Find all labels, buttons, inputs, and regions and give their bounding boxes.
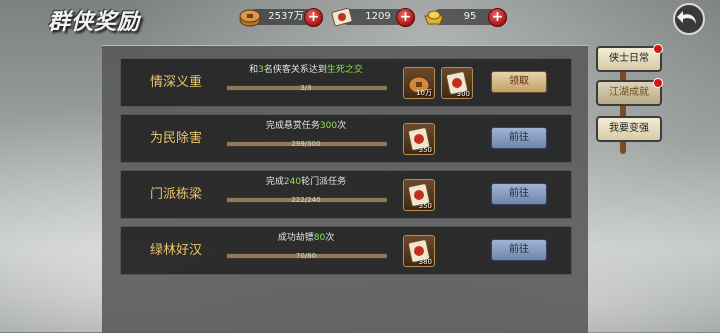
reward-qty: 350 [418,202,432,210]
claim-button[interactable]: 领取 [491,71,547,93]
task-highlight: 300 [319,121,338,131]
task-highlight: 240 [283,177,302,187]
task-text: 次 [337,121,347,131]
task-text: 名侠客关系达到 [263,65,327,75]
achievement-name: 为民除害 [149,131,202,146]
achievement-panel: 情深义重 和3名侠客关系达到生死之交 3/3 10万 300 领取 为民除害 完… [102,45,588,333]
notification-dot [653,78,663,88]
achievement-row-2: 门派栋梁 完成240轮门派任务 222/240 350 前往 [120,170,572,219]
add-gold-button[interactable]: + [488,8,507,27]
tab-get-stronger[interactable]: 我要变强 [596,116,662,142]
task-text: 次 [325,233,335,243]
resource-copper: 2537万 + [238,8,323,27]
achievement-row-3: 绿林好汉 成功劫镖80次 70/80 380 前往 [120,226,572,275]
task-text: 和 [249,65,259,75]
resource-gold: 95 + [422,8,507,27]
achievement-task: 完成悬赏任务300次 [216,119,396,133]
achievement-row-0: 情深义重 和3名侠客关系达到生死之交 3/3 10万 300 领取 [120,58,572,107]
reward-slot[interactable]: 350 [403,123,435,155]
achievement-task: 完成240轮门派任务 [216,175,396,189]
reward-slot[interactable]: 350 [403,179,435,211]
achievement-row-1: 为民除害 完成悬赏任务300次 299/300 350 前往 [120,114,572,163]
achievement-name: 绿林好汉 [149,243,202,258]
task-text: 完成悬赏任务 [265,121,320,131]
add-copper-button[interactable]: + [304,8,323,27]
progress-text: 3/3 [300,84,312,92]
go-button[interactable]: 前往 [491,239,547,261]
task-text: 成功劫镖 [277,233,314,243]
copper-coins-icon [239,9,261,27]
resource-scroll-value: 1209 [365,11,391,22]
reward-slot[interactable]: 300 [441,67,473,99]
task-text: 轮门派任务 [301,177,347,187]
reward-qty: 350 [418,146,432,154]
go-button[interactable]: 前往 [491,183,547,205]
resource-copper-value: 2537万 [268,11,304,22]
resource-scroll: 1209 + [330,7,415,27]
reward-qty: 10万 [416,89,432,97]
progress-text: 299/300 [291,140,321,148]
task-text: 完成 [265,177,284,187]
gold-ingot-icon [424,10,444,25]
progress-text: 222/240 [291,196,321,204]
task-highlight: 80 [313,233,326,243]
reward-slot[interactable]: 10万 [403,67,435,99]
task-highlight: 生死之交 [326,65,363,75]
reward-qty: 380 [418,258,432,266]
achievement-task: 和3名侠客关系达到生死之交 [216,63,396,77]
add-scroll-button[interactable]: + [396,8,415,27]
reward-qty: 300 [456,90,470,98]
page-title: 群侠奖励 [48,9,141,35]
reward-slot[interactable]: 380 [403,235,435,267]
scroll-token-icon [331,7,353,27]
back-arrow-icon[interactable] [672,2,706,36]
progress-text: 70/80 [295,252,317,260]
achievement-task: 成功劫镖80次 [216,231,396,245]
achievement-name: 情深义重 [149,75,202,90]
notification-dot [653,44,663,54]
go-button[interactable]: 前往 [491,127,547,149]
achievement-name: 门派栋梁 [149,187,202,202]
resource-gold-value: 95 [463,11,477,22]
